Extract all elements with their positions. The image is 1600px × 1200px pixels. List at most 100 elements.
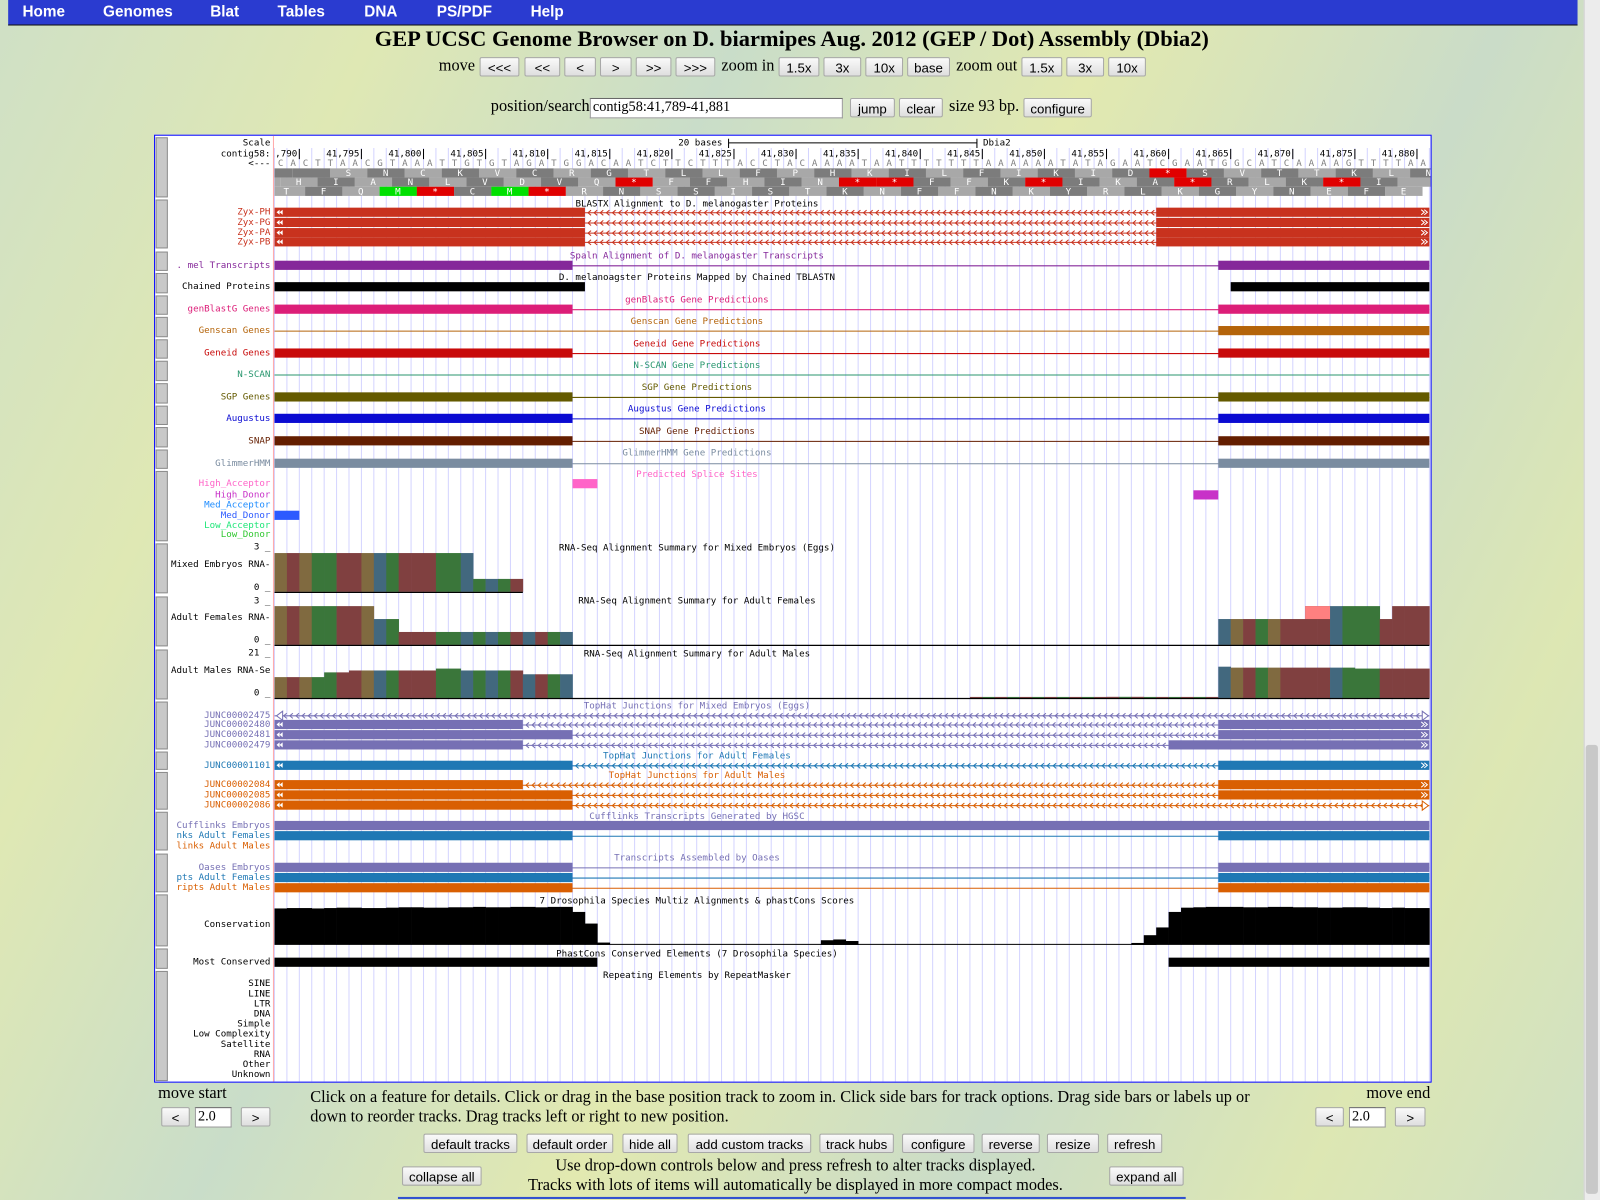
coverage-bar[interactable] (1292, 667, 1306, 698)
conservation-bar[interactable] (348, 907, 362, 945)
conservation-bar[interactable] (448, 907, 462, 945)
track[interactable]: D. melanoagster Proteins Mapped by Chain… (182, 272, 1430, 292)
coverage-bar[interactable] (299, 677, 313, 698)
coverage-bar[interactable] (560, 631, 573, 645)
zoom-in-1-5x-button[interactable]: 1.5x (778, 57, 820, 77)
coverage-bar[interactable] (485, 631, 499, 645)
coverage-bar[interactable] (286, 677, 300, 698)
zoom-base-button[interactable]: base (907, 57, 950, 77)
track-side-bar[interactable] (155, 427, 168, 448)
clear-button[interactable]: clear (898, 97, 943, 118)
coverage-bar[interactable] (398, 631, 412, 645)
coverage-bar[interactable] (982, 696, 996, 698)
conservation-bar[interactable] (547, 906, 561, 945)
coverage-bar[interactable] (460, 553, 474, 592)
track[interactable]: Augustus Gene Predictions Augustus (226, 404, 1430, 424)
track[interactable]: RNA-Seq Alignment Summary for Adult Fema… (171, 596, 1430, 647)
coverage-bar[interactable] (1230, 667, 1244, 698)
default-order-button[interactable]: default order (526, 1133, 614, 1154)
coverage-bar[interactable] (435, 668, 449, 698)
conservation-bar[interactable] (1243, 907, 1256, 945)
coverage-bar[interactable] (510, 631, 524, 645)
coverage-bar[interactable] (348, 670, 362, 698)
feature[interactable] (274, 326, 1430, 336)
coverage-bar[interactable] (1143, 696, 1157, 698)
conservation-bar[interactable] (274, 908, 288, 945)
track[interactable]: RNA-Seq Alignment Summary for Mixed Embr… (171, 541, 835, 593)
feature-block[interactable] (274, 862, 573, 872)
move-right-more-button[interactable]: >> (635, 57, 672, 77)
track[interactable]: PhastCons Conserved Elements (7 Drosophi… (193, 949, 1430, 968)
conservation-bar[interactable] (423, 907, 437, 945)
coverage-bar[interactable] (361, 670, 375, 698)
coverage-bar[interactable] (1367, 668, 1381, 698)
coverage-bar[interactable] (485, 670, 499, 698)
collapse-all-button[interactable]: collapse all (402, 1166, 482, 1186)
feature-block[interactable] (274, 348, 573, 358)
feature[interactable] (1193, 490, 1219, 500)
coverage-bar[interactable] (510, 578, 524, 592)
coverage-bar[interactable] (336, 606, 350, 645)
coverage-bar[interactable] (299, 606, 313, 645)
zoom-out-3x-button[interactable]: 3x (1066, 57, 1105, 77)
feature-block[interactable] (1168, 740, 1430, 750)
coverage-bar[interactable] (336, 672, 350, 698)
move-start-left-button[interactable]: < (161, 1107, 190, 1127)
feature-block[interactable] (274, 730, 573, 740)
coverage-bar[interactable] (535, 674, 548, 698)
coverage-bar[interactable] (373, 670, 387, 698)
conservation-bar[interactable] (1143, 935, 1157, 945)
feature[interactable] (274, 207, 1430, 217)
coverage-bar[interactable] (1280, 667, 1294, 698)
track[interactable]: 7 Drosophila Species Multiz Alignments &… (204, 896, 1430, 945)
feature-block[interactable] (1218, 392, 1430, 402)
hide-all-button[interactable]: hide all (622, 1133, 678, 1154)
coverage-bar[interactable] (324, 672, 337, 698)
conservation-bar[interactable] (373, 908, 387, 945)
track[interactable]: GlimmerHMM Gene Predictions GlimmerHMM (215, 448, 1430, 469)
coverage-bar[interactable] (1019, 696, 1033, 698)
zoom-in-10x-button[interactable]: 10x (865, 57, 904, 77)
feature-block[interactable] (274, 436, 573, 446)
feature[interactable] (274, 780, 1430, 790)
conservation-bar[interactable] (1292, 907, 1306, 945)
conservation-bar[interactable] (485, 907, 499, 945)
move-end-right-button[interactable]: > (1394, 1107, 1426, 1127)
coverage-bar[interactable] (448, 631, 462, 645)
feature[interactable] (274, 348, 1430, 358)
coverage-bar[interactable] (1106, 696, 1120, 698)
feature[interactable] (274, 957, 1430, 967)
feature[interactable] (274, 790, 1430, 800)
feature-block[interactable] (274, 780, 523, 790)
conservation-bar[interactable] (336, 907, 350, 945)
coverage-bar[interactable] (547, 631, 561, 645)
conservation-bar[interactable] (1330, 907, 1343, 945)
feature[interactable] (274, 760, 1430, 770)
coverage-bar[interactable] (423, 670, 437, 698)
feature-block[interactable] (1218, 862, 1430, 872)
feature-block[interactable] (274, 237, 585, 247)
move-left-far-button[interactable]: <<< (479, 57, 520, 77)
track-side-bar[interactable] (155, 137, 168, 198)
coverage-bar[interactable] (423, 631, 437, 645)
coverage-bar[interactable] (485, 578, 499, 592)
track-side-bar[interactable] (155, 751, 168, 770)
nav-blat[interactable]: Blat (210, 0, 239, 24)
feature-block[interactable] (1156, 237, 1430, 247)
conservation-bar[interactable] (1367, 907, 1381, 945)
coverage-bar[interactable] (510, 670, 524, 698)
conservation-bar[interactable] (1255, 907, 1269, 945)
track-side-bar[interactable] (155, 701, 168, 750)
feature-block[interactable] (1218, 831, 1430, 841)
coverage-bar[interactable] (1255, 619, 1269, 645)
coverage-bar[interactable] (1118, 696, 1132, 698)
conservation-bar[interactable] (1267, 906, 1281, 945)
conservation-bar[interactable] (560, 906, 573, 945)
coverage-bar[interactable] (1267, 667, 1281, 698)
track[interactable]: Genscan Gene Predictions Genscan Genes (199, 316, 1430, 336)
conservation-bar[interactable] (1193, 907, 1207, 945)
feature[interactable] (274, 260, 1430, 270)
feature[interactable] (274, 730, 1430, 740)
feature[interactable] (274, 458, 1430, 468)
coverage-bar[interactable] (286, 606, 300, 645)
